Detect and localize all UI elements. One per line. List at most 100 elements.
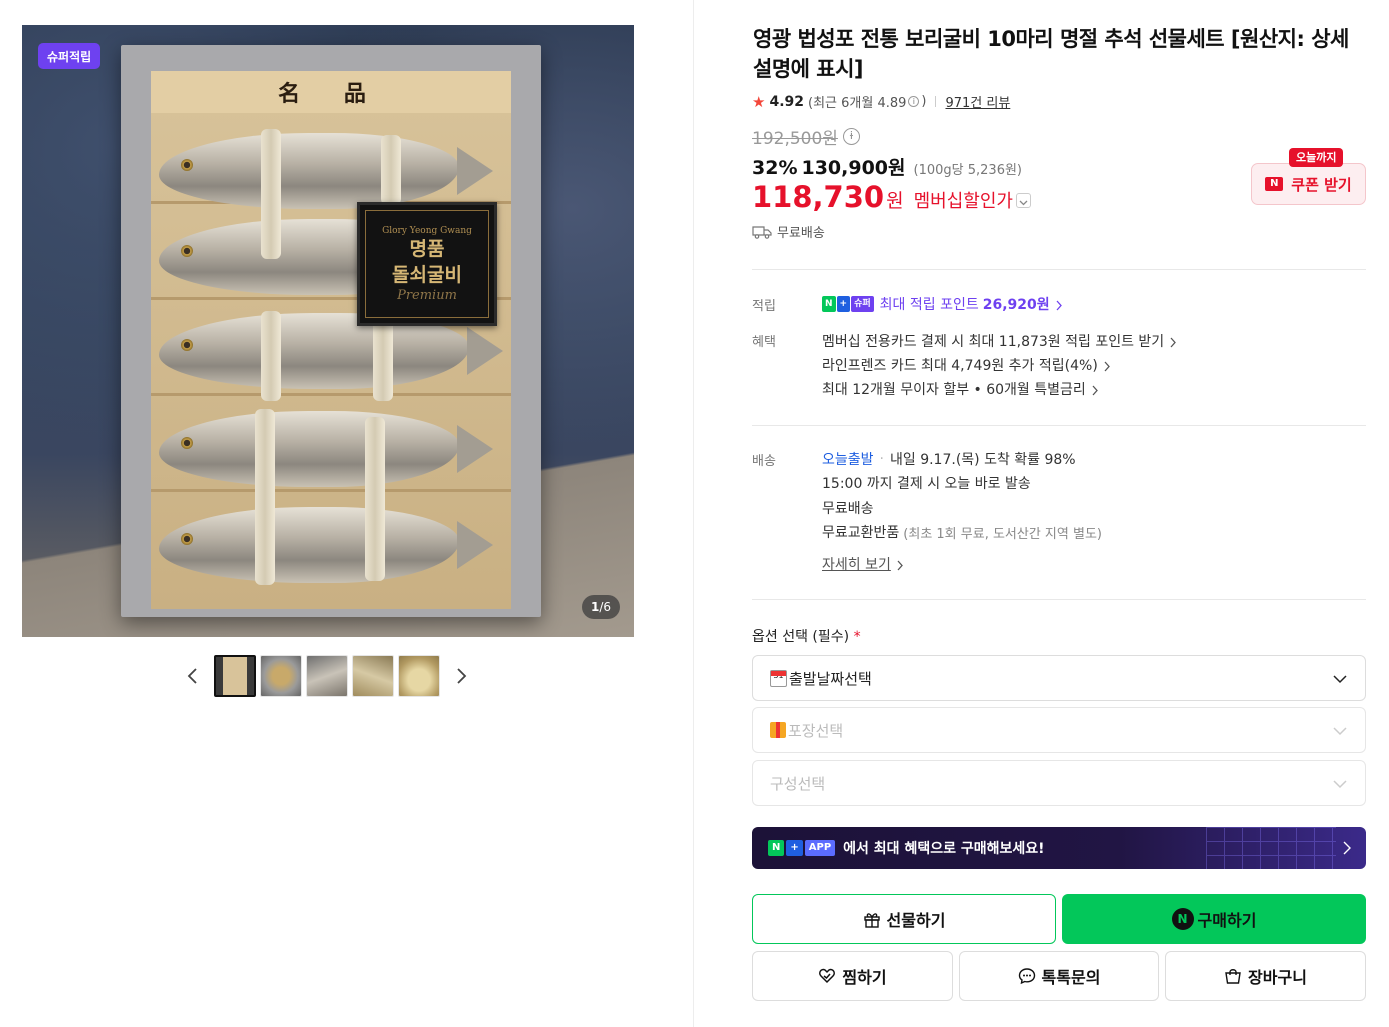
thumbnail-image: [261, 656, 301, 696]
product-gallery: 名 品 Glory Yeong Gwang 명품 돌쇠굴비 Premium 슈퍼…: [22, 25, 634, 715]
thumbnail-strip: [22, 655, 634, 715]
composition-select[interactable]: 구성선택: [752, 760, 1366, 806]
delivery-arrival-row: 오늘출발 · 내일 9.17.(목) 도착 확률 98%: [822, 449, 1076, 469]
delivery-cutoff: 15:00 까지 결제 시 오늘 바로 발송: [822, 476, 1031, 492]
delivery-label: 배송: [752, 454, 776, 469]
member-price-label: 멤버십할인가: [913, 191, 1013, 212]
thumbnail-image: [216, 657, 254, 695]
details-link[interactable]: 자세히 보기: [822, 554, 891, 574]
tray-divider: [151, 393, 511, 396]
gift-button[interactable]: 선물하기: [752, 894, 1056, 944]
fish-tie: [261, 311, 281, 401]
unit-price: (100g당 5,236원): [913, 163, 1022, 178]
chevron-right-icon: [1103, 360, 1111, 371]
benefit-item-line-card[interactable]: 라인프렌즈 카드 최대 4,749원 추가 적립(4%): [822, 355, 1111, 375]
buy-button-label: 구매하기: [1197, 911, 1257, 930]
plus-chip: +: [786, 840, 803, 856]
required-mark: *: [853, 629, 861, 645]
chevron-right-icon: [1169, 336, 1177, 347]
discount-row: 32% 130,900원 (100g당 5,236원): [752, 153, 1022, 180]
points-row[interactable]: N + 슈퍼 최대 적립 포인트 26,920원: [822, 294, 1063, 314]
chevron-down-icon: [1332, 723, 1348, 739]
chevron-right-icon: [457, 668, 467, 684]
discount-price: 130,900원: [801, 157, 906, 179]
talk-inquiry-label: 톡톡문의: [1041, 968, 1101, 987]
box-header-text: 名 品: [278, 81, 384, 107]
thumbnail-1[interactable]: [214, 655, 256, 697]
chevron-down-icon: [1332, 776, 1348, 792]
free-shipping-text: 무료배송: [777, 226, 825, 241]
cart-button[interactable]: 장바구니: [1165, 951, 1366, 1001]
thumb-next-button[interactable]: [450, 665, 472, 687]
app-promo-banner[interactable]: N + APP 에서 최대 혜택으로 구매해보세요!: [752, 827, 1366, 869]
original-price-value: 192,500원: [752, 129, 838, 149]
naver-pay-icon: N: [1171, 908, 1194, 930]
thumb-prev-button[interactable]: [182, 665, 204, 687]
points-text: 최대 적립 포인트: [879, 297, 979, 313]
thumbnail-2[interactable]: [260, 655, 302, 697]
benefit-item-card[interactable]: 멤버십 전용카드 결제 시 최대 11,873원 적립 포인트 받기: [822, 331, 1177, 351]
fish-tie: [261, 129, 281, 259]
coupon-button[interactable]: N 쿠폰 받기: [1251, 163, 1366, 205]
fish: [159, 411, 493, 487]
member-price-toggle[interactable]: [1015, 193, 1031, 208]
chevron-right-icon: [896, 559, 904, 570]
benefits-label: 혜택: [752, 335, 776, 350]
coupon-button-label: 쿠폰 받기: [1291, 175, 1352, 194]
fish: [159, 133, 493, 209]
member-price: 118,730: [752, 180, 885, 214]
wish-button-label: 찜하기: [842, 968, 887, 987]
app-banner-text: 에서 최대 혜택으로 구매해보세요!: [843, 841, 1045, 857]
thumbnail-3[interactable]: [306, 655, 348, 697]
coupon-area: 오늘까지 N 쿠폰 받기: [1251, 148, 1366, 206]
chevron-left-icon: [187, 668, 197, 684]
price-info-icon[interactable]: i: [842, 128, 860, 145]
product-title: 영광 법성포 전통 보리굴비 10마리 명절 추석 선물세트 [원산지: 상세설…: [753, 27, 1349, 81]
wish-button[interactable]: 찜하기: [752, 951, 953, 1001]
gift-box-tray: 名 品: [151, 71, 511, 609]
package-select[interactable]: 포장선택: [752, 707, 1366, 753]
chevron-right-icon: [1055, 299, 1063, 310]
fish-tie: [365, 417, 385, 581]
tray-divider: [151, 489, 511, 492]
rating-row: ★ 4.92 (최근 6개월 4.89 i ) 971건 리뷰: [752, 92, 1010, 112]
fish-tie: [373, 315, 393, 401]
heart-check-icon: [819, 968, 836, 984]
image-counter: 1/6: [581, 595, 620, 619]
section-divider: [752, 599, 1366, 600]
arrival-text: 내일 9.17.(목) 도착 확률 98%: [889, 452, 1076, 468]
options-title-text: 옵션 선택 (필수): [752, 629, 850, 645]
counter-current: 1: [590, 600, 600, 614]
coupon-deadline-tag: 오늘까지: [1289, 148, 1344, 167]
talk-inquiry-button[interactable]: 톡톡문의: [959, 951, 1159, 1001]
banner-decoration: [1206, 827, 1336, 869]
options-title: 옵션 선택 (필수) *: [752, 626, 861, 646]
section-divider: [752, 425, 1366, 426]
today-shipping-badge[interactable]: 오늘출발: [822, 449, 874, 469]
gift-button-label: 선물하기: [886, 911, 946, 930]
original-price: 192,500원 i: [752, 124, 860, 149]
thumbnail-5[interactable]: [398, 655, 440, 697]
departure-date-select[interactable]: 31 출발날짜선택: [752, 655, 1366, 701]
composition-select-label: 구성선택: [770, 774, 826, 793]
box-header: 名 品: [151, 71, 511, 113]
super-chip: 슈퍼: [851, 296, 874, 312]
thumbnail-4[interactable]: [352, 655, 394, 697]
review-count-link[interactable]: 971건 리뷰: [945, 92, 1010, 111]
buy-button[interactable]: N 구매하기: [1062, 894, 1366, 944]
delivery-details-row[interactable]: 자세히 보기: [822, 554, 904, 574]
dot-separator: ·: [879, 451, 884, 467]
thumbnail-image: [353, 656, 393, 696]
chevron-down-icon: [1019, 200, 1028, 206]
info-icon[interactable]: i: [908, 96, 920, 107]
benefit-item-installment[interactable]: 최대 12개월 무이자 할부 • 60개월 특별금리: [822, 379, 1099, 399]
departure-date-select-label: 출발날짜선택: [789, 669, 872, 688]
chevron-right-icon: [1091, 384, 1099, 395]
return-main-text: 무료교환반품: [822, 525, 900, 541]
counter-total: /6: [599, 600, 611, 614]
main-product-image[interactable]: 名 品 Glory Yeong Gwang 명품 돌쇠굴비 Premium 슈퍼…: [22, 25, 634, 637]
section-divider: [752, 269, 1366, 270]
label-line-1: 명품: [409, 237, 445, 260]
rating-score: 4.92: [769, 93, 804, 110]
chevron-down-icon: [1332, 671, 1348, 687]
